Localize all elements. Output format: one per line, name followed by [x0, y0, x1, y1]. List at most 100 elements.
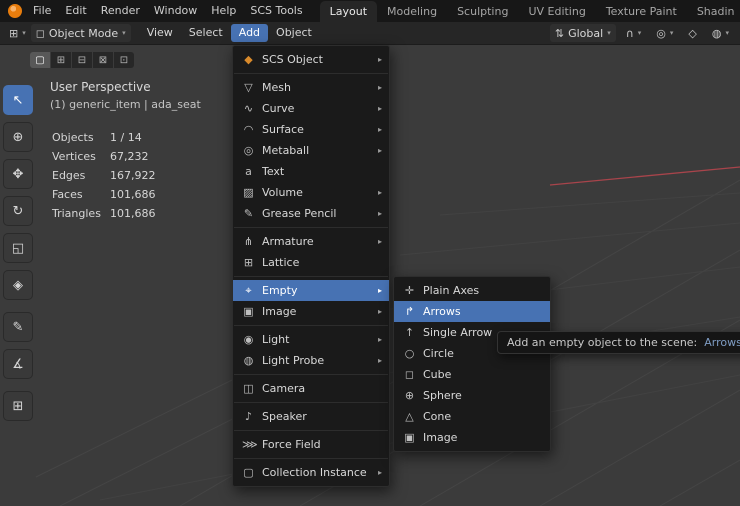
- menu-window[interactable]: Window: [147, 0, 204, 22]
- tab-uv-editing[interactable]: UV Editing: [518, 1, 595, 22]
- add-menu-item-speaker[interactable]: ♪ Speaker: [233, 406, 389, 427]
- editor-type-icon: ⊞: [9, 26, 19, 40]
- add-menu-item-armature[interactable]: ⋔ Armature ▸: [233, 231, 389, 252]
- select-mode-extend-button[interactable]: ⊞: [51, 52, 71, 68]
- add-menu-item-scs-object[interactable]: ◆ SCS Object ▸: [233, 49, 389, 70]
- empty-submenu-item-plain-axes[interactable]: ✛ Plain Axes: [394, 280, 550, 301]
- measure-icon: ∡: [12, 356, 24, 372]
- add-menu-item-image[interactable]: ▣ Image ▸: [233, 301, 389, 322]
- add-menu-item-lattice[interactable]: ⊞ Lattice: [233, 252, 389, 273]
- select-mode-subtract-button[interactable]: ⊟: [72, 52, 92, 68]
- collection-instance-icon: ▢: [243, 466, 254, 479]
- tab-layout[interactable]: Layout: [319, 1, 378, 22]
- orientation-icon: ⇅: [554, 26, 565, 40]
- stat-faces: Faces 101,686: [52, 188, 156, 201]
- chevron-down-icon: ▾: [607, 29, 611, 37]
- submenu-arrow-icon: ▸: [377, 237, 382, 246]
- menu-add[interactable]: Add: [230, 24, 269, 42]
- proportional-editing-button[interactable]: ◎ ▾: [651, 24, 678, 42]
- select-mode-invert-button[interactable]: ⊠: [93, 52, 113, 68]
- transform-icon: ◈: [13, 277, 23, 293]
- empty-submenu-item-cone[interactable]: △ Cone: [394, 406, 550, 427]
- menu-object[interactable]: Object: [268, 24, 320, 42]
- tool-scale[interactable]: ◱: [3, 233, 33, 263]
- move-icon: ✥: [12, 166, 24, 182]
- select-box-icon: ↖: [12, 92, 24, 108]
- circle-icon: ○: [404, 347, 415, 360]
- lattice-icon: ⊞: [243, 256, 254, 269]
- blender-logo-icon[interactable]: [8, 4, 22, 18]
- submenu-arrow-icon: ▸: [377, 335, 382, 344]
- add-menu-item-metaball[interactable]: ◎ Metaball ▸: [233, 140, 389, 161]
- menu-view[interactable]: View: [139, 24, 181, 42]
- tool-transform[interactable]: ◈: [3, 270, 33, 300]
- snap-magnet-button[interactable]: ∩ ▾: [621, 24, 647, 42]
- tool-move[interactable]: ✥: [3, 159, 33, 189]
- tool-rotate[interactable]: ↻: [3, 196, 33, 226]
- empty-submenu-item-cube[interactable]: ◻ Cube: [394, 364, 550, 385]
- menu-separator: [234, 276, 388, 277]
- metaball-icon: ◎: [243, 144, 254, 157]
- menu-edit[interactable]: Edit: [58, 0, 93, 22]
- menu-select[interactable]: Select: [181, 24, 231, 42]
- tool-measure[interactable]: ∡: [3, 349, 33, 379]
- submenu-arrow-icon: ▸: [377, 125, 382, 134]
- stat-edges: Edges 167,922: [52, 169, 156, 182]
- add-menu-item-light-probe[interactable]: ◍ Light Probe ▸: [233, 350, 389, 371]
- submenu-arrow-icon: ▸: [377, 468, 382, 477]
- menu-file[interactable]: File: [26, 0, 58, 22]
- select-mode-intersect-icon: ⊡: [119, 54, 129, 66]
- add-menu-item-grease-pencil[interactable]: ✎ Grease Pencil ▸: [233, 203, 389, 224]
- overlays-icon: ◍: [711, 26, 722, 40]
- overlays-button[interactable]: ◍ ▾: [707, 24, 734, 42]
- tooltip-text: Add an empty object to the scene:: [507, 336, 698, 349]
- submenu-arrow-icon: ▸: [377, 307, 382, 316]
- image-icon: ▣: [404, 431, 415, 444]
- tab-texture-paint[interactable]: Texture Paint: [596, 1, 687, 22]
- add-menu-item-mesh[interactable]: ▽ Mesh ▸: [233, 77, 389, 98]
- curve-icon: ∿: [243, 102, 254, 115]
- empty-submenu-item-image[interactable]: ▣ Image: [394, 427, 550, 448]
- tool-cursor[interactable]: ⊕: [3, 122, 33, 152]
- workspace-tabs: Layout Modeling Sculpting UV Editing Tex…: [319, 0, 734, 22]
- menu-separator: [234, 374, 388, 375]
- empty-submenu-item-sphere[interactable]: ⊕ Sphere: [394, 385, 550, 406]
- camera-icon: ◫: [243, 382, 254, 395]
- tool-annotate[interactable]: ✎: [3, 312, 33, 342]
- select-mode-extend-icon: ⊞: [56, 54, 66, 66]
- annotate-icon: ✎: [12, 319, 24, 335]
- select-mode-set-icon: ▢: [35, 54, 45, 66]
- add-menu-item-surface[interactable]: ◠ Surface ▸: [233, 119, 389, 140]
- add-menu-item-light[interactable]: ◉ Light ▸: [233, 329, 389, 350]
- menu-scs-tools[interactable]: SCS Tools: [243, 0, 309, 22]
- cube-icon: ◻: [404, 368, 415, 381]
- add-menu-item-volume[interactable]: ▨ Volume ▸: [233, 182, 389, 203]
- add-menu-item-camera[interactable]: ◫ Camera: [233, 378, 389, 399]
- tab-sculpting[interactable]: Sculpting: [447, 1, 518, 22]
- view-gizmo-button[interactable]: ◇: [683, 24, 701, 42]
- orientation-label: Global: [568, 26, 604, 40]
- tab-shading[interactable]: Shading: [687, 1, 734, 22]
- empty-submenu-item-arrows[interactable]: ↱ Arrows: [394, 301, 550, 322]
- sphere-icon: ⊕: [404, 389, 415, 402]
- add-menu-item-curve[interactable]: ∿ Curve ▸: [233, 98, 389, 119]
- add-menu-item-collection-instance[interactable]: ▢ Collection Instance ▸: [233, 462, 389, 483]
- select-mode-intersect-button[interactable]: ⊡: [114, 52, 134, 68]
- gizmo-icon: ◇: [688, 26, 697, 40]
- add-menu-item-empty[interactable]: ⌖ Empty ▸: [233, 280, 389, 301]
- mode-dropdown[interactable]: ◻ Object Mode ▾: [30, 24, 131, 42]
- menu-separator: [234, 430, 388, 431]
- add-menu-item-force-field[interactable]: ⋙ Force Field: [233, 434, 389, 455]
- submenu-arrow-icon: ▸: [377, 104, 382, 113]
- menu-separator: [234, 458, 388, 459]
- select-mode-set-button[interactable]: ▢: [30, 52, 50, 68]
- orientation-dropdown[interactable]: ⇅ Global ▾: [549, 24, 616, 42]
- menu-help[interactable]: Help: [204, 0, 243, 22]
- tool-add-cube[interactable]: ⊞: [3, 391, 33, 421]
- add-menu-item-text[interactable]: a Text: [233, 161, 389, 182]
- menu-render[interactable]: Render: [94, 0, 147, 22]
- tab-modeling[interactable]: Modeling: [377, 1, 447, 22]
- magnet-icon: ∩: [625, 26, 634, 40]
- editor-type-button[interactable]: ⊞ ▾: [4, 24, 31, 42]
- tool-select-box[interactable]: ↖: [3, 85, 33, 115]
